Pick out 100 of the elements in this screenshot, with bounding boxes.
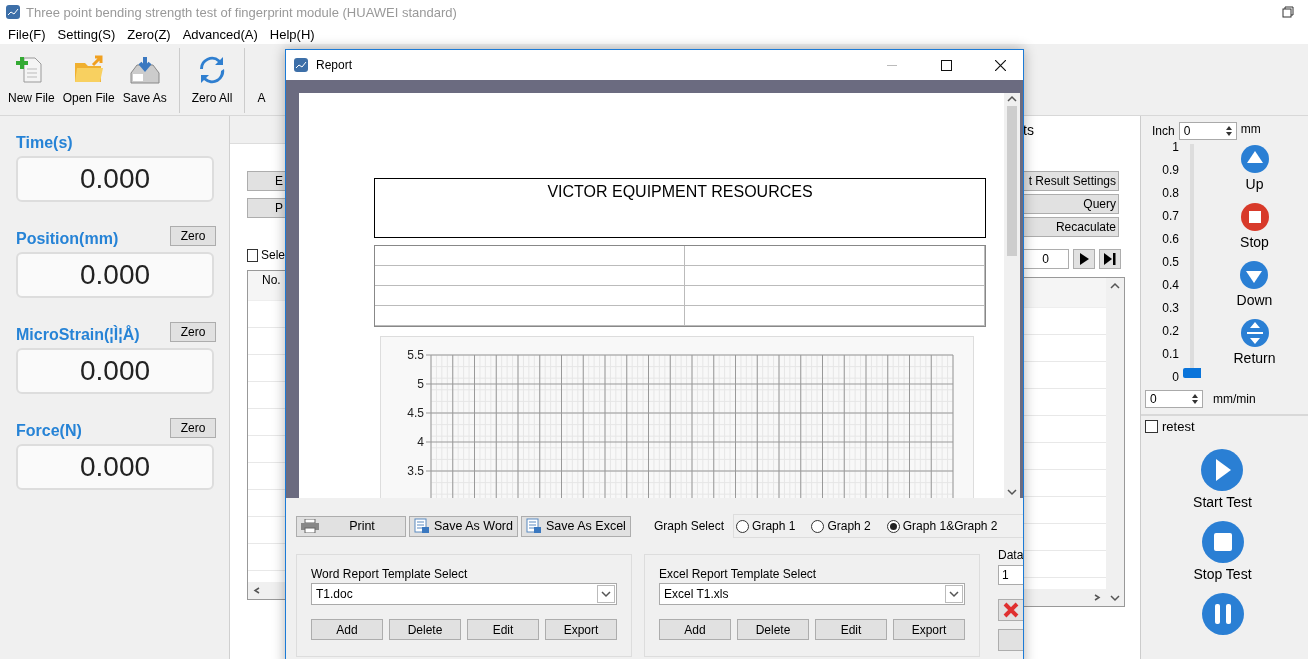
scale-label: 0.9	[1162, 163, 1179, 177]
scale-label: 0.6	[1162, 232, 1179, 246]
template-button[interactable]: Add	[659, 619, 731, 640]
scale-label: 0.7	[1162, 209, 1179, 223]
axis-label: 4.5	[407, 406, 424, 420]
cross-icon	[1003, 602, 1019, 618]
data-label: Data	[998, 548, 1023, 562]
checkbox-label: retest	[1162, 419, 1195, 434]
scale-label: 0.5	[1162, 255, 1179, 269]
readout-display: 0.000	[16, 348, 214, 394]
template-button[interactable]: Delete	[389, 619, 461, 640]
scale-label: 0.8	[1162, 186, 1179, 200]
column-header: No.	[262, 273, 281, 287]
scale-label: 0.1	[1162, 347, 1179, 361]
return-icon	[1239, 318, 1270, 348]
action-button[interactable]: Print	[296, 515, 406, 537]
tray-download-icon	[128, 55, 161, 85]
toolbar-button[interactable]: Zero All	[187, 48, 237, 115]
test-button[interactable]: Start Test	[1193, 448, 1252, 510]
scroll-down-icon[interactable]	[1110, 595, 1120, 602]
template-dropdown[interactable]: Excel T1.xls	[659, 583, 965, 605]
scroll-left-icon[interactable]	[252, 587, 262, 594]
toolbar-button[interactable]: New File	[4, 48, 59, 115]
menu-item[interactable]: Help(H)	[263, 26, 321, 42]
position-spinbox[interactable]: 0	[1178, 122, 1237, 140]
graph-radio[interactable]: Graph 1	[736, 519, 796, 533]
action-button[interactable]: Save As Word	[409, 515, 518, 537]
template-button[interactable]: Edit	[467, 619, 539, 640]
action-button[interactable]: Save As Excel	[521, 515, 631, 537]
stop-icon	[1239, 202, 1270, 232]
close-icon	[994, 59, 1006, 71]
company-name: VICTOR EQUIPMENT RESOURCES	[547, 183, 813, 200]
scale-label: 0.2	[1162, 324, 1179, 338]
menu-item[interactable]: Advanced(A)	[176, 26, 264, 42]
toolbar-button[interactable]: A	[253, 48, 270, 115]
scroll-down-icon[interactable]	[1007, 489, 1017, 496]
radio-circle[interactable]	[736, 519, 750, 533]
radio-circle[interactable]	[886, 519, 900, 533]
template-button[interactable]: Delete	[737, 619, 809, 640]
jog-button[interactable]: Down	[1236, 260, 1273, 308]
scroll-right-icon[interactable]	[1092, 594, 1102, 601]
template-button[interactable]: Edit	[815, 619, 887, 640]
menu-item[interactable]: Setting(S)	[51, 26, 122, 42]
radio-circle[interactable]	[811, 519, 825, 533]
position-slider[interactable]	[1183, 144, 1201, 378]
speed-spinbox[interactable]: 0	[1145, 390, 1203, 408]
caret-icon[interactable]	[601, 590, 611, 598]
jog-button[interactable]: Return	[1233, 318, 1276, 366]
readout-display: 0.000	[16, 156, 214, 202]
menu-item[interactable]: File(F)	[2, 26, 52, 42]
spin-arrows-icon	[1223, 124, 1234, 138]
template-button[interactable]: Export	[545, 619, 617, 640]
maximize-icon	[940, 59, 952, 71]
axis-label: 3.5	[407, 464, 424, 478]
axis-label: 4	[417, 435, 424, 449]
jog-button[interactable]: Up	[1239, 144, 1270, 192]
results-button[interactable]: t Result Settings	[1023, 171, 1119, 191]
retest-checkbox[interactable]	[1145, 420, 1158, 433]
template-button[interactable]: Add	[311, 619, 383, 640]
zero-button[interactable]: Zero	[170, 322, 216, 342]
document-save-icon	[526, 518, 542, 534]
jog-button[interactable]: Stop	[1239, 202, 1270, 250]
results-button[interactable]: E	[247, 171, 285, 191]
pause-icon	[1200, 592, 1245, 636]
test-button[interactable]	[1200, 592, 1245, 636]
zero-button[interactable]: Zero	[170, 226, 216, 246]
scale-label: 0	[1172, 370, 1179, 384]
printer-icon	[301, 519, 319, 533]
stop-icon	[1200, 520, 1245, 564]
template-dropdown[interactable]: T1.doc	[311, 583, 617, 605]
restore-icon[interactable]	[1282, 6, 1294, 18]
dialog-title: Report	[316, 58, 354, 72]
template-button[interactable]: Export	[893, 619, 965, 640]
document-save-icon	[414, 518, 430, 534]
results-button[interactable]: Query	[1023, 194, 1119, 214]
select-checkbox[interactable]	[247, 248, 258, 262]
results-button[interactable]: P	[247, 198, 285, 218]
graph-radio[interactable]: Graph 2	[811, 519, 871, 533]
scale-label: 1	[1172, 140, 1179, 154]
caret-icon[interactable]	[949, 590, 959, 598]
scroll-up-icon[interactable]	[1110, 282, 1120, 289]
scrollbar-thumb[interactable]	[1007, 106, 1017, 256]
scroll-up-icon[interactable]	[1007, 95, 1017, 102]
slider-thumb[interactable]	[1183, 368, 1201, 378]
tab[interactable]: ts	[1023, 116, 1125, 168]
next-button[interactable]	[1073, 249, 1095, 269]
graph-radio[interactable]: Graph 1&Graph 2	[886, 519, 998, 533]
app-icon	[6, 5, 20, 19]
app-icon	[294, 58, 308, 72]
toolbar-button[interactable]: Open File	[58, 48, 119, 115]
menu-item[interactable]: Zero(Z)	[121, 26, 177, 42]
delete-button[interactable]	[998, 599, 1023, 621]
play-icon	[1079, 253, 1089, 265]
data-field[interactable]: 1	[998, 565, 1023, 585]
toolbar-button[interactable]: Save As	[118, 48, 171, 115]
results-button[interactable]: Recaculate	[1023, 217, 1119, 237]
readout-label: Position(mm)	[16, 230, 119, 248]
last-button[interactable]	[1099, 249, 1121, 269]
zero-button[interactable]: Zero	[170, 418, 216, 438]
test-button[interactable]: Stop Test	[1193, 520, 1252, 582]
